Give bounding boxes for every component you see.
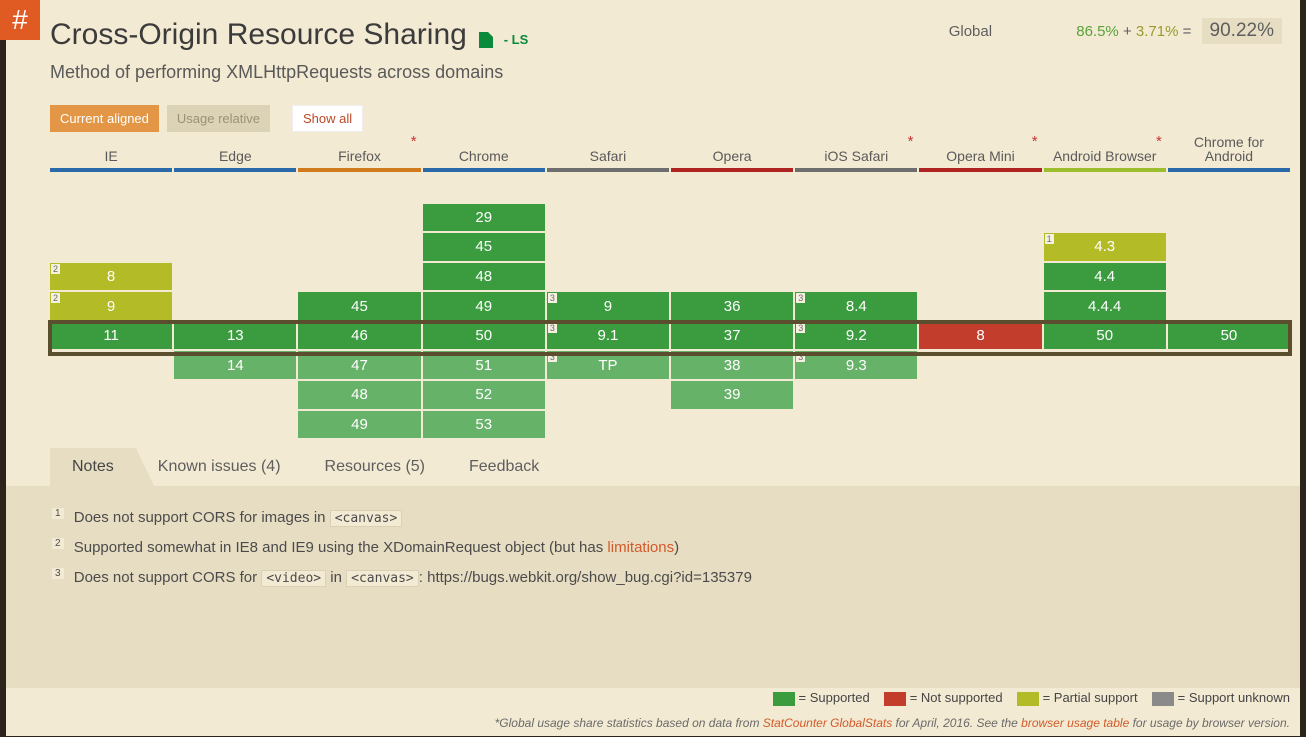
version-cell[interactable]: 48 (423, 263, 545, 291)
statcounter-link[interactable]: StatCounter GlobalStats (763, 716, 892, 730)
status-badge: - LS (504, 32, 529, 47)
version-cell[interactable]: 29 (423, 204, 545, 232)
footer-note: *Global usage share statistics based on … (495, 716, 1290, 730)
browser-column-chrome-for-android: Chrome for Android 50 (1168, 136, 1290, 438)
version-cell[interactable]: 36 (671, 292, 793, 320)
note-3: 3 Does not support CORS for <video> in <… (52, 568, 1280, 586)
version-cell[interactable]: 4.31 (1044, 233, 1166, 261)
browser-column-ios-safari: iOS Safari* 8.439.239.33 (795, 136, 917, 438)
browser-column-opera-mini: Opera Mini* 8 (919, 136, 1041, 438)
version-cell[interactable]: 51 (423, 351, 545, 379)
version-cell[interactable]: 45 (423, 233, 545, 261)
filter-show-all[interactable]: Show all (292, 105, 363, 132)
browser-column-ie: IE 829211 (50, 136, 172, 438)
version-cell[interactable]: 8.43 (795, 292, 917, 320)
version-cell[interactable]: 14 (174, 351, 296, 379)
browser-column-safari: Safari 939.13TP3 (547, 136, 669, 438)
version-cell[interactable]: 9.23 (795, 322, 917, 350)
version-cell[interactable]: 39 (671, 381, 793, 409)
note-1: 1 Does not support CORS for images in <c… (52, 508, 1280, 526)
version-cell[interactable]: 4.4 (1044, 263, 1166, 291)
version-cell[interactable]: 45 (298, 292, 420, 320)
version-cell[interactable]: TP3 (547, 351, 669, 379)
version-cell[interactable]: 46 (298, 322, 420, 350)
limitations-link[interactable]: limitations (607, 539, 674, 556)
legend: = Supported = Not supported = Partial su… (773, 690, 1291, 706)
version-cell[interactable]: 92 (50, 292, 172, 320)
tab-known-issues[interactable]: Known issues (4) (136, 448, 303, 486)
version-cell[interactable]: 50 (1168, 322, 1290, 350)
tab-notes[interactable]: Notes (50, 448, 136, 486)
tab-feedback[interactable]: Feedback (447, 448, 561, 486)
feature-title: Cross-Origin Resource Sharing (50, 18, 467, 51)
filter-current-aligned[interactable]: Current aligned (50, 105, 159, 132)
tab-resources[interactable]: Resources (5) (303, 448, 447, 486)
pct-partial: 3.71% (1136, 23, 1179, 40)
version-cell[interactable]: 50 (423, 322, 545, 350)
pct-full: 86.5% (1076, 23, 1119, 40)
version-cell[interactable]: 38 (671, 351, 793, 379)
version-cell[interactable]: 49 (298, 411, 420, 439)
version-cell[interactable]: 93 (547, 292, 669, 320)
version-cell[interactable]: 13 (174, 322, 296, 350)
version-cell[interactable]: 49 (423, 292, 545, 320)
browser-header[interactable]: Firefox* (298, 136, 420, 172)
browser-header[interactable]: Android Browser* (1044, 136, 1166, 172)
browser-column-chrome: Chrome 2945484950515253 (423, 136, 545, 438)
version-cell[interactable]: 11 (50, 322, 172, 350)
version-cell[interactable]: 50 (1044, 322, 1166, 350)
global-stats: Global 86.5% + 3.71% = 90.22% (949, 18, 1282, 44)
browser-header[interactable]: IE (50, 136, 172, 172)
feature-description: Method of performing XMLHttpRequests acr… (6, 52, 1300, 83)
note-2: 2 Supported somewhat in IE8 and IE9 usin… (52, 538, 1280, 556)
browser-header[interactable]: Chrome for Android (1168, 136, 1290, 172)
version-cell[interactable]: 9.33 (795, 351, 917, 379)
browser-column-opera: Opera 36373839 (671, 136, 793, 438)
version-cell[interactable]: 53 (423, 411, 545, 439)
browser-header[interactable]: Opera (671, 136, 793, 172)
pct-total: 90.22% (1202, 18, 1282, 44)
browser-header[interactable]: iOS Safari* (795, 136, 917, 172)
version-cell[interactable]: 9.13 (547, 322, 669, 350)
filter-usage-relative[interactable]: Usage relative (167, 105, 270, 132)
browser-header[interactable]: Opera Mini* (919, 136, 1041, 172)
version-cell[interactable]: 82 (50, 263, 172, 291)
version-cell[interactable]: 4.4.4 (1044, 292, 1166, 320)
version-cell[interactable]: 47 (298, 351, 420, 379)
version-cell[interactable]: 48 (298, 381, 420, 409)
version-cell[interactable]: 37 (671, 322, 793, 350)
browser-header[interactable]: Safari (547, 136, 669, 172)
document-icon (479, 32, 493, 48)
global-label: Global (949, 23, 992, 40)
version-cell[interactable]: 8 (919, 322, 1041, 350)
browser-usage-link[interactable]: browser usage table (1021, 716, 1129, 730)
version-cell[interactable]: 52 (423, 381, 545, 409)
browser-column-firefox: Firefox* 4546474849 (298, 136, 420, 438)
hash-badge[interactable]: # (0, 0, 40, 40)
browser-header[interactable]: Edge (174, 136, 296, 172)
browser-header[interactable]: Chrome (423, 136, 545, 172)
browser-column-edge: Edge 1314 (174, 136, 296, 438)
browser-column-android-browser: Android Browser* 4.314.44.4.450 (1044, 136, 1166, 438)
